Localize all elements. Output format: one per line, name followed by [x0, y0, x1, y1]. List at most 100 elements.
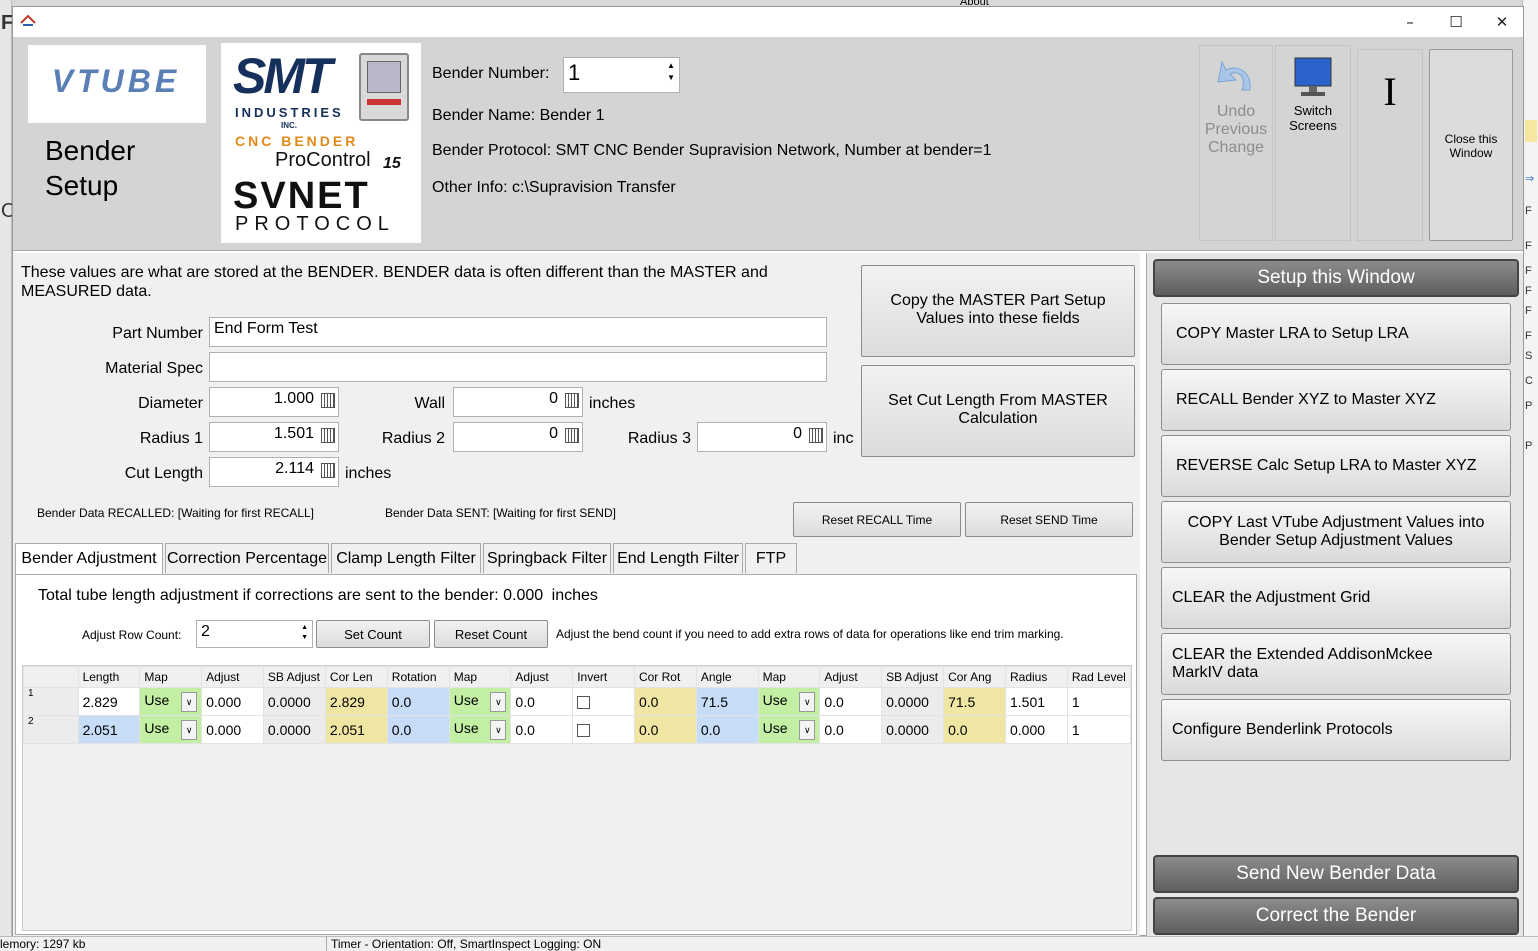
bender-adjustment-page: Total tube length adjustment if correcti…	[15, 574, 1137, 935]
cell-rad-level[interactable]: 1	[1066, 687, 1132, 716]
reset-recall-time-button[interactable]: Reset RECALL Time	[793, 502, 961, 537]
setup-window-button[interactable]: Setup this Window	[1153, 259, 1519, 297]
total-adjustment-value: Total tube length adjustment if correcti…	[38, 587, 544, 604]
total-adjustment-units: inches	[551, 587, 598, 604]
sidebar-item-recall-bender-xyz[interactable]: RECALL Bender XYZ to Master XYZ	[1161, 369, 1511, 431]
chevron-down-icon[interactable]: ∨	[181, 691, 198, 712]
cell-adjust[interactable]: 0.0	[510, 715, 574, 744]
grid-header-rad-level: Rad Level	[1066, 666, 1132, 688]
radius1-input[interactable]: 1.501	[209, 422, 339, 452]
tab-bender-adjustment[interactable]: Bender Adjustment	[15, 543, 163, 575]
set-count-label: Set Count	[344, 627, 402, 642]
close-this-window-button[interactable]: Close this Window	[1429, 49, 1513, 241]
cell-length[interactable]: 2.051	[77, 715, 141, 744]
cell-rotation[interactable]: 0.0	[386, 687, 450, 716]
calculator-icon[interactable]	[809, 428, 823, 443]
switch-screens-button[interactable]: Switch Screens	[1275, 45, 1351, 241]
sidebar-item-label: COPY Last VTube Adjustment Values into B…	[1187, 514, 1485, 549]
cell-sb-adjust: 0.0000	[262, 715, 326, 744]
smt-industries-text: INDUSTRIES	[235, 105, 344, 120]
diameter-input[interactable]: 1.000	[209, 387, 339, 417]
cut-length-units: inches	[345, 465, 392, 482]
grid-header-radius: Radius	[1004, 666, 1068, 688]
cell-adjust[interactable]: 0.000	[201, 687, 264, 716]
cell-rotation[interactable]: 0.0	[386, 715, 450, 744]
cell-cor-len: 2.051	[324, 715, 388, 744]
calculator-icon[interactable]	[565, 393, 579, 408]
wall-units: inches	[589, 395, 636, 412]
sidebar-item-copy-master-lra[interactable]: COPY Master LRA to Setup LRA	[1161, 303, 1511, 365]
send-bender-data-button[interactable]: Send New Bender Data	[1153, 855, 1519, 893]
invert-checkbox[interactable]	[577, 695, 591, 709]
sidebar-item-reverse-calc[interactable]: REVERSE Calc Setup LRA to Master XYZ	[1161, 435, 1511, 497]
wall-input[interactable]: 0	[453, 387, 583, 417]
cut-length-input[interactable]: 2.114	[209, 457, 339, 487]
diameter-value: 1.000	[273, 390, 314, 407]
stepper-arrows-icon[interactable]: ▲ ▼	[301, 623, 308, 643]
calculator-icon[interactable]	[321, 393, 335, 408]
protocol-text: PROTOCOL	[235, 213, 395, 235]
cell-length[interactable]: 2.829	[77, 687, 141, 716]
radius2-input[interactable]: 0	[453, 422, 583, 452]
stepper-arrows-icon[interactable]: ▲ ▼	[667, 60, 675, 84]
calculator-icon[interactable]	[321, 463, 335, 478]
copy-master-button[interactable]: Copy the MASTER Part Setup Values into t…	[861, 265, 1135, 357]
tab-clamp-length-filter[interactable]: Clamp Length Filter	[331, 543, 481, 573]
sidebar-item-configure-protocols[interactable]: Configure Benderlink Protocols	[1161, 699, 1511, 761]
row-count-stepper[interactable]: 2 ▲ ▼	[196, 620, 313, 648]
cell-map-dropdown[interactable]: Use ∨	[448, 715, 512, 744]
grid-header-rotation: Rotation	[386, 666, 450, 688]
close-window-icon[interactable]: ✕	[1479, 7, 1525, 37]
cell-sb-adjust: 0.0000	[881, 715, 945, 744]
cell-adjust[interactable]: 0.0	[819, 687, 883, 716]
invert-checkbox[interactable]	[577, 723, 591, 737]
cell-map-dropdown[interactable]: Use ∨	[448, 687, 512, 716]
grid-header-cor-len: Cor Len	[324, 666, 388, 688]
tab-ftp[interactable]: FTP	[745, 543, 797, 573]
chevron-down-icon[interactable]: ∨	[799, 691, 816, 712]
cell-radius[interactable]: 0.000	[1004, 715, 1068, 744]
set-count-button[interactable]: Set Count	[316, 620, 430, 648]
cell-map-dropdown[interactable]: Use ∨	[139, 687, 203, 716]
cell-radius[interactable]: 1.501	[1004, 687, 1068, 716]
sidebar-item-clear-markiv[interactable]: CLEAR the Extended AddisonMckee MarkIV d…	[1161, 633, 1511, 695]
cell-cor-rot: 0.0	[633, 715, 697, 744]
cell-angle[interactable]: 0.0	[695, 715, 759, 744]
material-spec-input[interactable]	[209, 352, 827, 382]
undo-button[interactable]: Undo Previous Change	[1199, 45, 1273, 241]
radius3-input[interactable]: 0	[697, 422, 827, 452]
bender-number-stepper[interactable]: 1 ▲ ▼	[563, 57, 680, 93]
chevron-down-icon[interactable]: ∨	[490, 719, 507, 740]
part-number-input[interactable]: End Form Test	[209, 317, 827, 347]
cell-adjust[interactable]: 0.000	[201, 715, 264, 744]
cell-map-dropdown[interactable]: Use ∨	[757, 715, 821, 744]
cell-adjust[interactable]: 0.0	[819, 715, 883, 744]
reset-count-button[interactable]: Reset Count	[434, 620, 548, 648]
correct-bender-button[interactable]: Correct the Bender	[1153, 897, 1519, 935]
chevron-down-icon[interactable]: ∨	[181, 719, 198, 740]
maximize-icon[interactable]: ☐	[1433, 7, 1479, 37]
chevron-down-icon[interactable]: ∨	[799, 719, 816, 740]
minimize-icon[interactable]: –	[1387, 7, 1433, 37]
sidebar-item-copy-vtube-adjustment[interactable]: COPY Last VTube Adjustment Values into B…	[1161, 501, 1511, 563]
cell-cor-ang: 71.5	[943, 687, 1006, 716]
cell-map-dropdown[interactable]: Use ∨	[139, 715, 203, 744]
chevron-down-icon[interactable]: ∨	[490, 691, 507, 712]
sidebar-item-clear-grid[interactable]: CLEAR the Adjustment Grid	[1161, 567, 1511, 629]
tab-correction-percentage[interactable]: Correction Percentage	[165, 543, 329, 573]
calculator-icon[interactable]	[321, 428, 335, 443]
tab-springback-filter[interactable]: Springback Filter	[483, 543, 611, 573]
calculator-icon[interactable]	[565, 428, 579, 443]
cell-angle[interactable]: 71.5	[695, 687, 759, 716]
grid-header-adjust: Adjust	[510, 666, 574, 688]
reset-send-time-button[interactable]: Reset SEND Time	[965, 502, 1133, 537]
reset-send-label: Reset SEND Time	[1000, 513, 1098, 527]
cell-invert[interactable]	[572, 687, 635, 716]
page-title-line1: Bender	[45, 135, 136, 166]
cell-adjust[interactable]: 0.0	[510, 687, 574, 716]
cell-invert[interactable]	[572, 715, 635, 744]
cell-map-dropdown[interactable]: Use ∨	[757, 687, 821, 716]
cell-rad-level[interactable]: 1	[1066, 715, 1132, 744]
set-cut-length-button[interactable]: Set Cut Length From MASTER Calculation	[861, 365, 1135, 457]
tab-end-length-filter[interactable]: End Length Filter	[613, 543, 743, 573]
